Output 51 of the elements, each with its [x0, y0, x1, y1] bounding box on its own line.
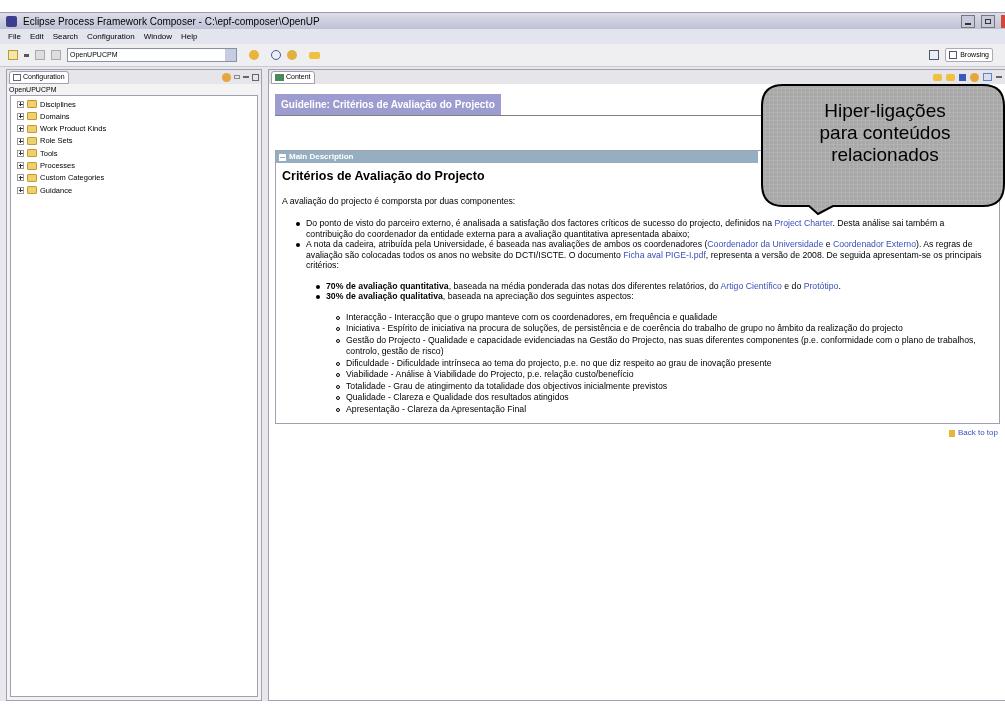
link[interactable]: Artigo Científico	[720, 280, 782, 291]
open-perspective-icon[interactable]	[929, 50, 940, 60]
expand-toggle[interactable]	[17, 186, 24, 194]
bullet-text: Apresentação - Clareza da Apresentação Final	[346, 403, 527, 415]
menu-item[interactable]: Window	[143, 30, 173, 43]
menu-item[interactable]: Configuration	[87, 30, 135, 43]
menu-item[interactable]: File	[8, 30, 21, 43]
menu-item[interactable]: Search	[52, 30, 79, 43]
expand-toggle[interactable]	[17, 137, 24, 145]
bullet-text: 30% de avaliação qualitativa, baseada na apreciação dos seguintes aspectos:	[326, 291, 634, 302]
link[interactable]: Coordenador Externo	[832, 239, 916, 249]
bullet-text: Interacção - Interacção que o grupo manteve com os coordenadores, em frequência e qualidade	[346, 311, 718, 323]
bullet-icon	[316, 295, 320, 299]
window-title: Eclipse Process Framework Composer - C:\epf-composer\OpenUP	[23, 14, 321, 29]
expand-toggle[interactable]	[17, 125, 24, 133]
stop-icon[interactable]	[959, 73, 966, 81]
bullet-text: Dificuldade - Dificuldade intrínseca ao tema do projecto, p.e. no que diz respeito ao grau de inovação presente	[346, 357, 772, 369]
expand-toggle[interactable]	[17, 100, 24, 108]
configuration-view-icon	[13, 73, 21, 81]
link[interactable]: Ficha aval PIGE-I.pdf	[623, 249, 706, 260]
section-heading: Critérios de Avaliação do Projecto	[282, 171, 486, 182]
bullet-text: A nota da cadeira, atribuída pela Universidade, é baseada nas avaliações de ambos os coordenadores (Coordenador da Universidade e Coordenador Externo). As regras de avaliação são colocadas todos os anos no website do DCTI/ISCTE. O documento Ficha aval PIGE-I.pdf, representa a versão de 2008. De seguida apresentam-se os principais critérios:	[306, 239, 983, 271]
view-menu-icon[interactable]	[234, 75, 240, 79]
expand-toggle[interactable]	[17, 162, 24, 170]
bullet-text: 70% de avaliação quantitativa, baseada na média ponderada das notas dos diferentes relatórios, do Artigo Científico e do Protótipo.	[326, 280, 841, 291]
restore-button[interactable]	[981, 14, 995, 28]
bullet-text: Do ponto de visto do parceiro externo, é analisada a satisfação dos factores críticos de sucesso do projecto, definidos na Project Charter. Desta análise sai também a contribuição do coordenador da entidade externa para a avaliação quantitativa apresentada abaixo;	[306, 218, 946, 239]
callout-text: Hiper-ligações para conteúdos relacionados	[818, 100, 952, 166]
bullet-text: Qualidade - Clareza e Qualidade dos resultados atingidos	[346, 392, 569, 404]
app-icon	[6, 15, 17, 27]
bullet-text: Iniciativa - Espírito de iniciativa na procura de soluções, de persistência e de coerência do trabalho de grupo no âmbito da realização do projecto	[346, 323, 903, 335]
expand-toggle[interactable]	[17, 174, 24, 182]
back-to-top-link[interactable]: Back to top	[957, 427, 998, 439]
intro-text: A avaliação do projecto é comporsta por duas componentes:	[282, 195, 517, 206]
page-title: Guideline: Critérios de Avaliação do Projecto	[275, 94, 501, 115]
menu-item[interactable]: Edit	[29, 30, 44, 43]
bullet-text: Totalidade - Grau de atingimento da totalidade dos objectivos inicialmente previstos	[346, 380, 668, 392]
link[interactable]: Coordenador da Universidade	[707, 239, 824, 249]
bullet-icon	[296, 243, 300, 247]
close-button[interactable]	[1001, 14, 1005, 28]
menu-item[interactable]: Help	[181, 30, 198, 43]
bullet-text: Viabilidade - Análise à Viabilidade do Projecto, p.e. relação custo/benefício	[346, 369, 634, 381]
content-view-icon	[275, 73, 284, 81]
expand-toggle[interactable]	[17, 149, 24, 157]
bullet-icon	[296, 222, 300, 226]
maximize-view-icon[interactable]	[252, 73, 259, 81]
minimize-button[interactable]	[961, 14, 975, 28]
expand-toggle[interactable]	[17, 112, 24, 120]
bullet-text: Gestão do Projecto - Qualidade e capacidade evidenciadas na Gestão do Projecto, nas suas diferentes componentes (p.e. conformidade com o plano de trabalhos, controlo, gestão de risco)	[346, 334, 977, 358]
perspective-icon	[949, 51, 958, 59]
bullet-icon	[316, 284, 320, 289]
